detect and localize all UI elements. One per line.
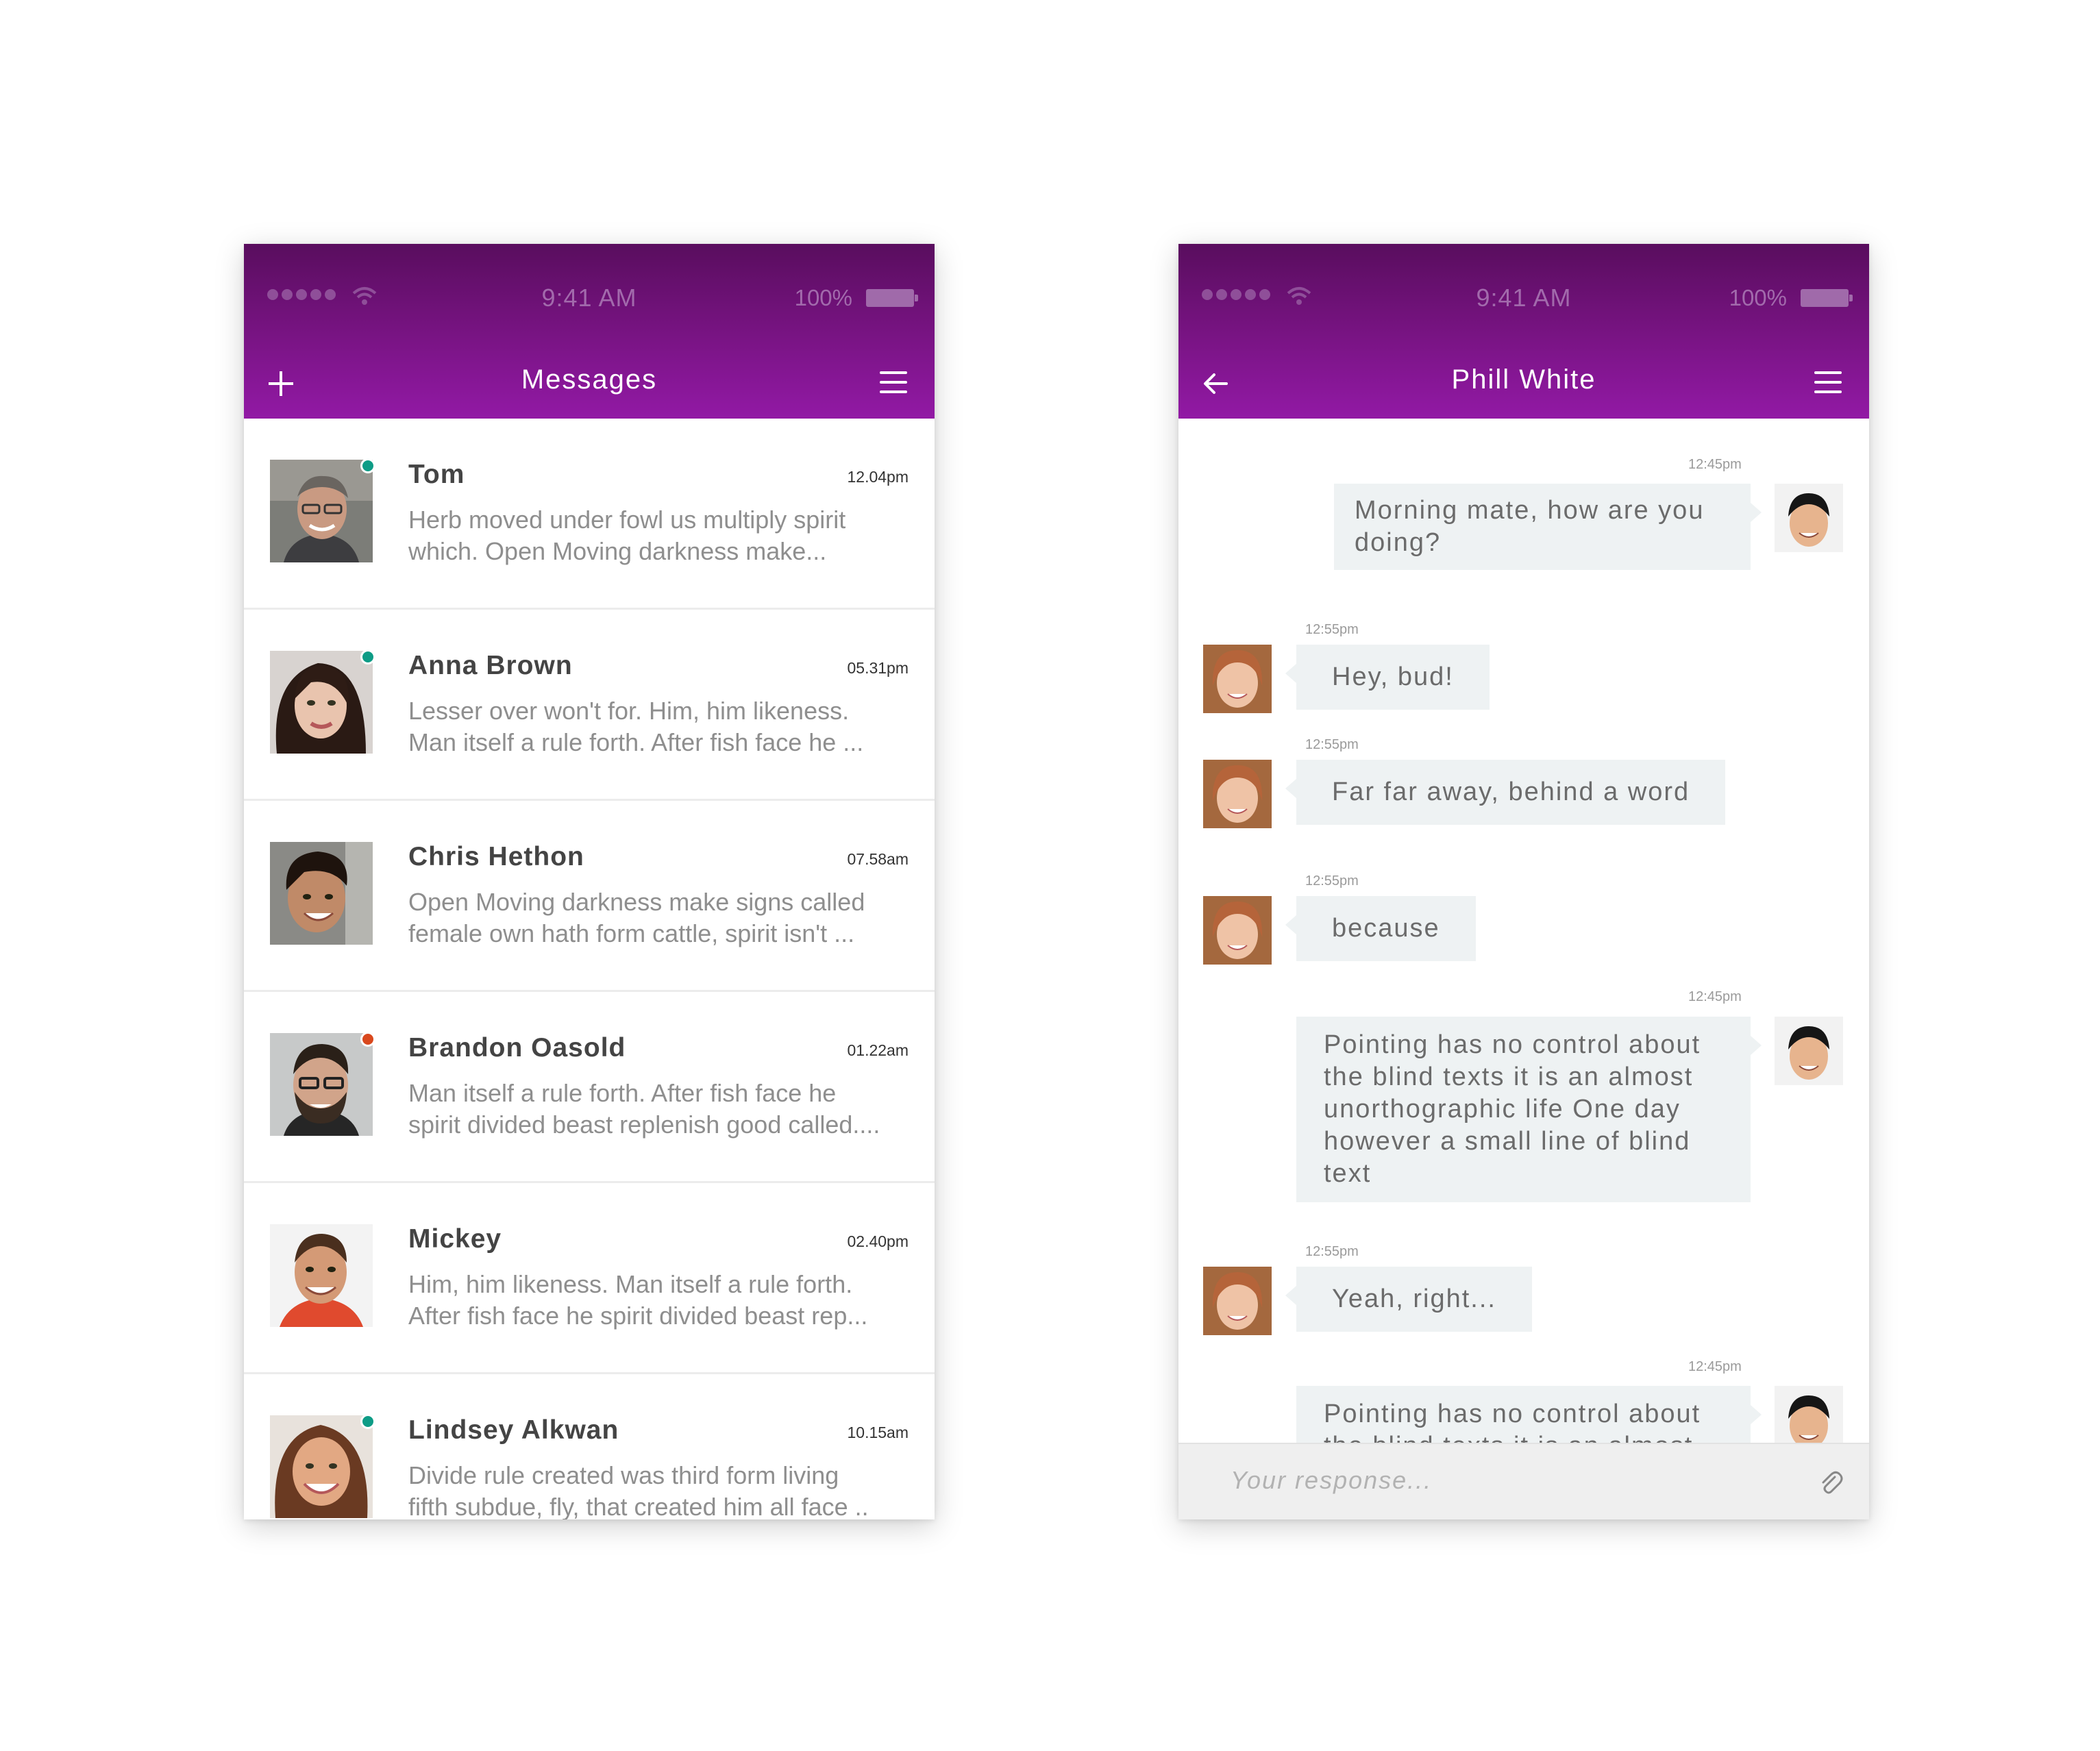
status-bar: 9:41 AM 100% (1178, 244, 1869, 347)
received-message-bubble: because (1285, 896, 1476, 961)
contact-avatar (1203, 760, 1272, 828)
chat-title: Phill White (1451, 364, 1596, 395)
conversation-item[interactable]: Anna Brown 05.31pm Lesser over won't for… (244, 610, 935, 801)
conversation-item[interactable]: Tom 12.04pm Herb moved under fowl us mul… (244, 419, 935, 610)
message-preview: Man itself a rule forth. After fish face… (408, 1079, 880, 1139)
message-composer: Your response... (1178, 1443, 1869, 1519)
busy-status-dot (360, 1032, 375, 1047)
conversation-item[interactable]: Chris Hethon 07.58am Open Moving darknes… (244, 801, 935, 992)
message-time: 07.58am (847, 850, 909, 868)
battery-percent: 100% (1729, 285, 1787, 310)
messages-header: 9:41 AM 100% Messages (244, 244, 935, 419)
message-preview: Divide rule created was third form livin… (408, 1461, 869, 1519)
my-avatar (1775, 484, 1843, 552)
message-preview: Open Moving darkness make signs called f… (408, 888, 865, 947)
sent-message-bubble: Pointing has no control about the blind … (1296, 1017, 1762, 1202)
message-time: 12.04pm (847, 468, 909, 486)
message-time: 02.40pm (847, 1232, 909, 1250)
contact-name: Tom (408, 460, 465, 489)
my-avatar (1775, 1017, 1843, 1085)
avatar (270, 1415, 373, 1518)
nav-bar: Phill White (1178, 347, 1869, 419)
status-bar: 9:41 AM 100% (244, 244, 935, 347)
menu-icon[interactable] (880, 371, 910, 396)
conversation-list: Tom 12.04pm Herb moved under fowl us mul… (244, 419, 935, 1519)
paperclip-icon[interactable] (1818, 1470, 1843, 1495)
chat-header: 9:41 AM 100% Phill White (1178, 244, 1869, 419)
menu-icon[interactable] (1814, 371, 1844, 396)
message-timestamp: 12:55pm (1305, 622, 1359, 637)
contact-name: Anna Brown (408, 651, 573, 680)
battery-icon (866, 289, 918, 307)
chat-screen: 9:41 AM 100% Phill White 12:45pm Morning… (1178, 244, 1869, 1519)
conversation-item[interactable]: Brandon Oasold 01.22am Man itself a rule… (244, 992, 935, 1183)
conversation-item[interactable]: Lindsey Alkwan 10.15am Divide rule creat… (244, 1374, 935, 1519)
contact-name: Lindsey Alkwan (408, 1415, 619, 1445)
contact-avatar (1203, 896, 1272, 965)
message-time: 10.15am (847, 1424, 909, 1441)
message-timestamp: 12:55pm (1305, 1244, 1359, 1259)
message-time: 05.31pm (847, 659, 909, 677)
avatar (270, 1033, 373, 1136)
contact-name: Mickey (408, 1224, 502, 1254)
battery-percent: 100% (794, 285, 852, 310)
received-message-bubble: Far far away, behind a word (1285, 760, 1726, 825)
message-timestamp: 12:45pm (1688, 1359, 1742, 1374)
avatar (270, 1224, 373, 1327)
message-timestamp: 12:45pm (1688, 989, 1742, 1004)
contact-avatar (1203, 645, 1272, 713)
chat-thread: 12:45pm Morning mate, how are you doing?… (1178, 419, 1869, 1519)
messages-screen: 9:41 AM 100% Messages Tom 12.04pm Herb m… (244, 244, 935, 1519)
contact-avatar (1203, 1267, 1272, 1335)
contact-name: Brandon Oasold (408, 1033, 626, 1063)
message-time: 01.22am (847, 1041, 909, 1059)
online-status-dot (360, 458, 375, 473)
message-preview: Lesser over won't for. Him, him likeness… (408, 697, 864, 756)
received-message-bubble: Hey, bud! (1285, 645, 1490, 710)
online-status-dot (360, 649, 375, 665)
message-preview: Him, him likeness. Man itself a rule for… (408, 1270, 868, 1330)
nav-bar: Messages (244, 347, 935, 419)
conversation-item[interactable]: Mickey 02.40pm Him, him likeness. Man it… (244, 1183, 935, 1374)
contact-name: Chris Hethon (408, 842, 584, 871)
message-timestamp: 12:55pm (1305, 737, 1359, 752)
message-preview: Herb moved under fowl us multiply spirit… (408, 506, 846, 565)
received-message-bubble: Yeah, right... (1285, 1267, 1532, 1332)
message-timestamp: 12:55pm (1305, 873, 1359, 889)
page-title: Messages (521, 364, 658, 395)
sent-message-bubble: Morning mate, how are you doing? (1334, 484, 1762, 570)
battery-icon (1801, 289, 1853, 307)
avatar (270, 651, 373, 754)
message-timestamp: 12:45pm (1688, 457, 1742, 472)
online-status-dot (360, 1414, 375, 1429)
avatar (270, 460, 373, 562)
response-input[interactable]: Your response... (1231, 1466, 1432, 1495)
avatar (270, 842, 373, 945)
